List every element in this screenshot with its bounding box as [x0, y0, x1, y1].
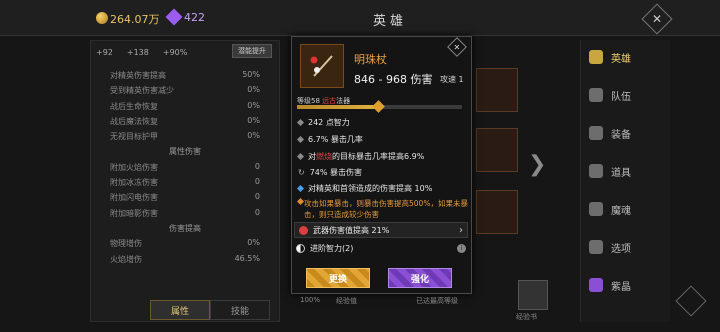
percent-label: 100% [300, 296, 321, 304]
gem-socket-row[interactable]: 武器伤害值提高 21% › [294, 222, 468, 238]
affix-line: 6.7% 暴击几率 [296, 134, 363, 145]
chevron-right-icon[interactable]: ❯ [528, 152, 546, 177]
stat-row: 战后生命恢复 0% [110, 100, 260, 111]
enhance-button[interactable]: 强化 [388, 268, 452, 288]
max-level-label: 已达最高等级 [416, 297, 458, 305]
stat-row: 战后魔法恢复 0% [110, 115, 260, 126]
nav-team[interactable]: 队伍 [589, 82, 663, 108]
stat-row: 附加闪电伤害 0 [110, 192, 260, 203]
close-icon: ✕ [453, 42, 461, 52]
legendary-bullet [296, 197, 305, 206]
close-icon: ✕ [651, 12, 663, 26]
exp-label: 经验值 [336, 297, 357, 305]
item-name: 明珠杖 [354, 53, 387, 66]
affix-line: 对燃烧的目标暴击几率提高6.9% [296, 151, 424, 162]
yinyang-icon [296, 243, 305, 253]
stat-row: 附加冰冻伤害 0 [110, 177, 260, 188]
amethyst-icon [589, 278, 603, 292]
hp-bonus: +138 [126, 47, 149, 57]
equipment-grid [470, 60, 570, 310]
replace-button[interactable]: 更换 [306, 268, 370, 288]
stat-list: 对精英伤害提高 50% 受到精英伤害减少 0% 战后生命恢复 0% 战后魔法恢复 0% … [110, 70, 260, 269]
stat-row: 对精英伤害提高 50% [110, 70, 260, 80]
diamond-bullet-icon [296, 135, 305, 144]
affix-line: 对精英和首领造成的伤害提高 10% [296, 183, 432, 194]
flag-icon [589, 88, 603, 102]
diamond-bullet-icon [296, 118, 305, 127]
advanced-attribute-row: 进阶智力(2) i [296, 242, 466, 254]
percent-bonus: +90% [162, 47, 188, 57]
exp-book-icon[interactable] [518, 280, 548, 310]
nav-options[interactable]: 选项 [589, 234, 663, 260]
stat-row: 火焰增伤 46.5% [110, 253, 260, 264]
crit-icon: ↻ [298, 168, 305, 177]
stats-summary: +92 +138 +90% [96, 44, 187, 60]
item-damage: 846 - 968 伤害 [354, 73, 433, 86]
armor-icon [589, 126, 603, 140]
equip-slot[interactable] [476, 68, 518, 112]
hero-icon [589, 50, 603, 64]
nav-amethyst[interactable]: 紫晶 [589, 272, 663, 298]
stat-row: 附加火焰伤害 0 [110, 161, 260, 172]
info-icon[interactable]: i [457, 243, 466, 253]
bag-icon [589, 164, 603, 178]
stat-row: 附加暗影伤害 0 [110, 207, 260, 218]
equip-slot[interactable] [476, 190, 518, 234]
stat-row: 受到精英伤害减少 0% [110, 85, 260, 96]
blue-diamond-icon [296, 184, 305, 193]
tab-skills[interactable]: 技能 [210, 300, 270, 320]
orange-diamond-icon [296, 197, 305, 206]
tab-attributes[interactable]: 属性 [150, 300, 210, 320]
staff-icon [310, 55, 333, 77]
attack-bonus: +92 [96, 47, 113, 57]
nav-equipment[interactable]: 装备 [589, 120, 663, 146]
exp-book-label: 经验书 [516, 313, 537, 321]
legendary-effect: 攻击如果暴击，则暴击伤害提高500%，如果未暴击，则只造成较少伤害 [304, 199, 468, 219]
gear-icon [589, 240, 603, 254]
soul-icon [589, 202, 603, 216]
settings-corner-icon[interactable] [675, 285, 707, 317]
affix-line: ↻ 74% 暴击伤害 [298, 168, 363, 177]
potential-upgrade-button[interactable]: 潜能提升 [232, 44, 272, 58]
section-header-attr: 属性伤害 [169, 147, 201, 157]
page-title: 英雄 [372, 14, 407, 29]
equip-slot[interactable] [476, 128, 518, 172]
stat-row: 无视目标护甲 0% [110, 131, 260, 142]
attack-speed: 攻速 1 [440, 75, 464, 84]
nav-items[interactable]: 道具 [589, 158, 663, 184]
ruby-gem-icon [299, 225, 308, 235]
affix-line: 242 点智力 [296, 117, 350, 128]
right-nav: 英雄 队伍 装备 道具 魔魂 选项 紫晶 [580, 40, 670, 322]
nav-soul[interactable]: 魔魂 [589, 196, 663, 222]
diamond-bullet-icon [296, 152, 305, 161]
chevron-right-icon: › [459, 224, 463, 236]
nav-hero[interactable]: 英雄 [589, 44, 663, 70]
bottom-tabs: 属性 技能 [150, 300, 270, 320]
section-header-dmg: 伤害提高 [169, 223, 201, 233]
stat-row: 物理增伤 0% [110, 238, 260, 249]
